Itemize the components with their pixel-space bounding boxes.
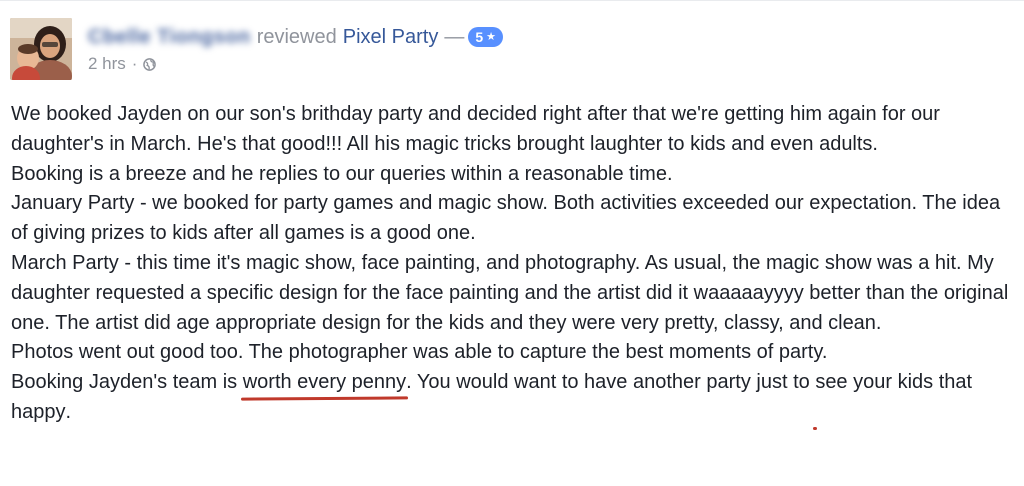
review-body: We booked Jayden on our son's brithday p… — [11, 100, 1016, 428]
star-icon: ★ — [486, 31, 497, 43]
review-text-part: . — [65, 400, 72, 423]
avatar-photo — [10, 18, 72, 80]
post-time[interactable]: 2 hrs — [88, 54, 126, 74]
review-paragraph: Booking is a breeze and he replies to ou… — [11, 162, 673, 185]
author-name[interactable]: Cbelle Tiongson — [88, 24, 251, 50]
review-paragraph: January Party - we booked for party game… — [11, 192, 1001, 245]
review-paragraph: Photos went out good too. The photograph… — [11, 341, 828, 364]
page-name-link[interactable]: Pixel Party — [343, 24, 439, 50]
globe-icon[interactable] — [143, 57, 157, 71]
action-text: reviewed — [256, 26, 337, 48]
review-paragraph: March Party - this time it's magic show,… — [11, 251, 1009, 334]
post-title-line: Cbelle Tiongson reviewed Pixel Party — 5… — [88, 24, 504, 50]
post-header-text: Cbelle Tiongson reviewed Pixel Party — 5… — [88, 24, 504, 74]
rating-value: 5 — [475, 29, 484, 45]
review-paragraph: We booked Jayden on our son's brithday p… — [11, 103, 940, 155]
review-paragraph-last: Booking Jayden's team is worth every pen… — [11, 368, 1016, 428]
review-text-part: Booking Jayden's team is — [11, 371, 243, 394]
post-header: Cbelle Tiongson reviewed Pixel Party — 5… — [10, 18, 504, 82]
highlight-worth-every-penny: worth every penny — [242, 371, 407, 394]
post-meta-line: 2 hrs · — [88, 54, 503, 74]
review-text-part: . You would want to have another party j… — [406, 371, 816, 394]
top-divider — [0, 0, 1024, 1]
rating-badge[interactable]: 5 ★ — [468, 27, 504, 47]
meta-separator: · — [131, 54, 138, 73]
avatar[interactable] — [10, 18, 72, 80]
dash-separator: — — [444, 26, 465, 48]
